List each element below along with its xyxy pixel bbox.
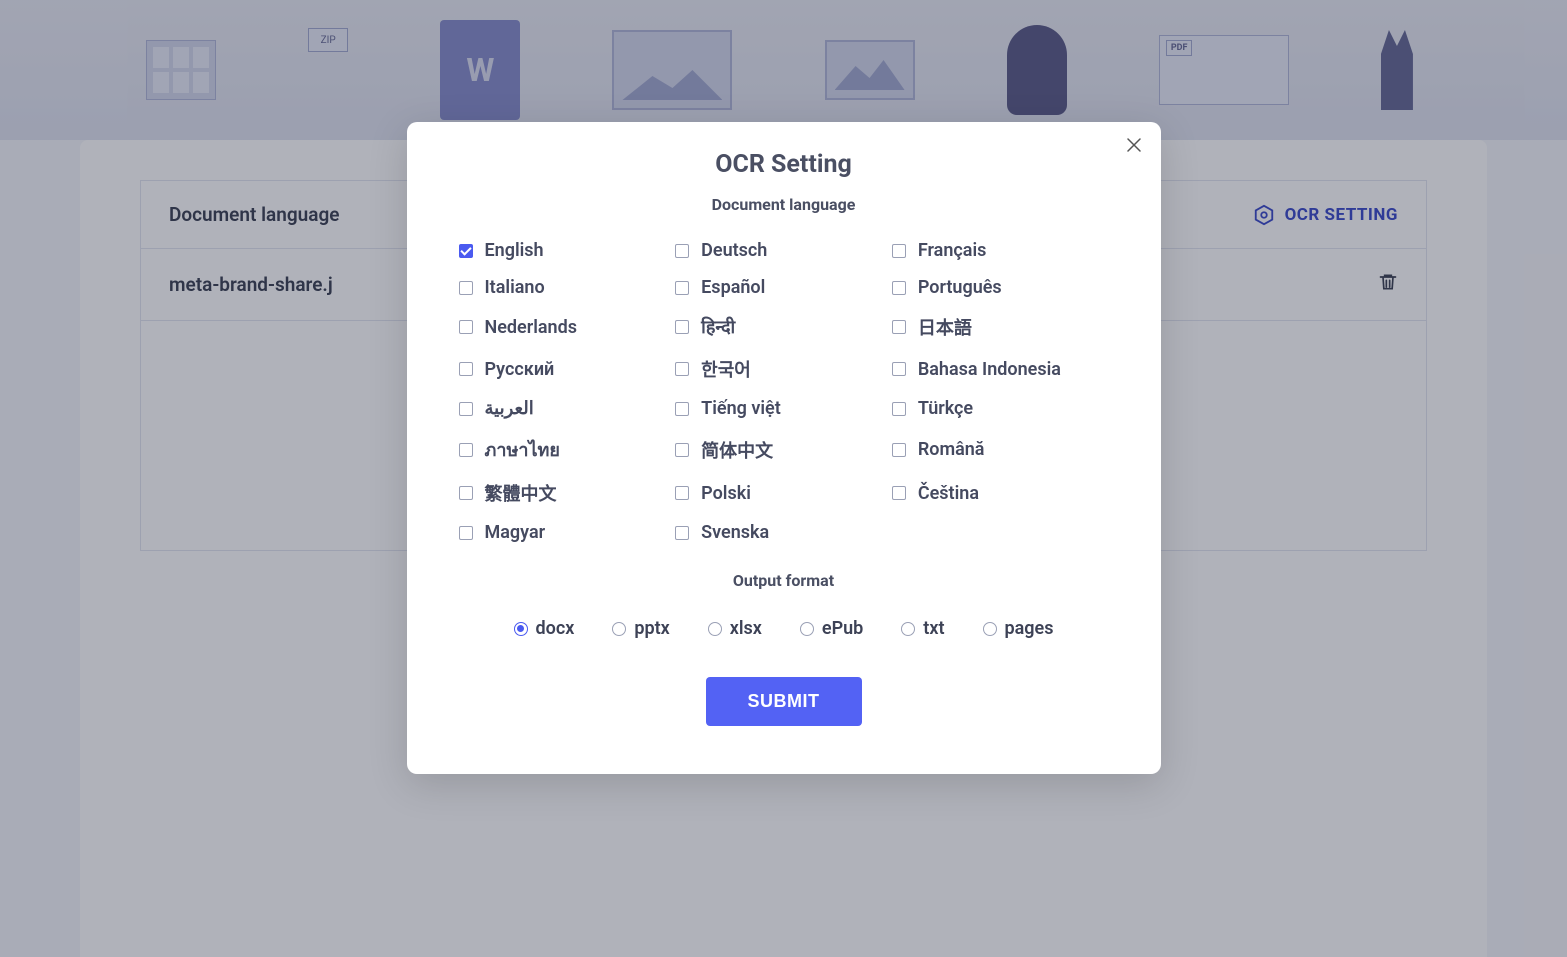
language-option[interactable]: Türkçe: [892, 398, 1109, 419]
checkbox-icon: [892, 320, 906, 334]
checkbox-icon: [892, 362, 906, 376]
checkbox-icon: [459, 402, 473, 416]
language-label: 简体中文: [701, 437, 773, 463]
format-option[interactable]: pptx: [612, 618, 669, 639]
radio-icon: [901, 622, 915, 636]
checkbox-icon: [459, 486, 473, 500]
language-label: 繁體中文: [485, 480, 557, 506]
format-label: pptx: [634, 618, 669, 639]
language-option[interactable]: Svenska: [675, 522, 892, 543]
language-label: العربية: [485, 398, 534, 419]
language-label: ภาษาไทย: [485, 435, 560, 464]
format-label: pages: [1005, 618, 1054, 639]
language-label: Français: [918, 240, 987, 261]
checkbox-icon: [675, 402, 689, 416]
language-option[interactable]: 日本語: [892, 314, 1109, 340]
modal-subtitle-format: Output format: [437, 571, 1131, 590]
language-option[interactable]: Français: [892, 240, 1109, 261]
language-option[interactable]: Русский: [459, 356, 676, 382]
checkbox-icon: [675, 362, 689, 376]
checkbox-icon: [892, 244, 906, 258]
language-option[interactable]: Čeština: [892, 480, 1109, 506]
modal-title: OCR Setting: [437, 150, 1131, 179]
checkbox-icon: [675, 486, 689, 500]
language-label: Português: [918, 277, 1002, 298]
language-option[interactable]: 简体中文: [675, 435, 892, 464]
language-option[interactable]: Tiếng việt: [675, 398, 892, 419]
language-label: Polski: [701, 483, 751, 504]
checkbox-icon: [675, 320, 689, 334]
format-row: docx pptx xlsx ePub txt pages: [437, 618, 1131, 639]
format-label: ePub: [822, 618, 863, 639]
language-option[interactable]: English: [459, 240, 676, 261]
radio-icon: [514, 622, 528, 636]
language-label: Türkçe: [918, 398, 973, 419]
radio-icon: [708, 622, 722, 636]
language-option[interactable]: 한국어: [675, 356, 892, 382]
language-option[interactable]: Polski: [675, 480, 892, 506]
language-label: Bahasa Indonesia: [918, 359, 1061, 380]
checkbox-icon: [892, 486, 906, 500]
language-option[interactable]: Magyar: [459, 522, 676, 543]
language-option[interactable]: ภาษาไทย: [459, 435, 676, 464]
language-option[interactable]: 繁體中文: [459, 480, 676, 506]
checkbox-icon: [459, 362, 473, 376]
language-option[interactable]: Deutsch: [675, 240, 892, 261]
language-label: हिन्दी: [701, 315, 735, 339]
modal-subtitle-language: Document language: [437, 195, 1131, 214]
radio-icon: [800, 622, 814, 636]
language-label: Deutsch: [701, 240, 767, 261]
language-label: English: [485, 240, 544, 261]
checkbox-icon: [459, 320, 473, 334]
language-label: Русский: [485, 359, 555, 380]
checkbox-icon: [892, 402, 906, 416]
language-label: Svenska: [701, 522, 769, 543]
submit-button[interactable]: SUBMIT: [706, 677, 862, 726]
language-option[interactable]: Română: [892, 435, 1109, 464]
language-option[interactable]: Nederlands: [459, 314, 676, 340]
format-option[interactable]: txt: [901, 618, 944, 639]
format-label: docx: [536, 618, 575, 639]
language-option[interactable]: Bahasa Indonesia: [892, 356, 1109, 382]
language-label: Magyar: [485, 522, 546, 543]
language-label: Italiano: [485, 277, 545, 298]
language-label: 日本語: [918, 314, 972, 340]
format-option[interactable]: xlsx: [708, 618, 762, 639]
language-option[interactable]: Italiano: [459, 277, 676, 298]
language-label: Español: [701, 277, 765, 298]
checkbox-icon: [675, 281, 689, 295]
language-option[interactable]: हिन्दी: [675, 314, 892, 340]
language-option[interactable]: Español: [675, 277, 892, 298]
checkbox-icon: [892, 443, 906, 457]
radio-icon: [612, 622, 626, 636]
format-option[interactable]: pages: [983, 618, 1054, 639]
language-grid: English Deutsch Français Italiano Español Por…: [437, 240, 1131, 543]
format-option[interactable]: ePub: [800, 618, 863, 639]
language-label: Română: [918, 439, 985, 460]
language-label: Nederlands: [485, 317, 578, 338]
checkbox-icon: [892, 281, 906, 295]
radio-icon: [983, 622, 997, 636]
checkbox-icon: [459, 443, 473, 457]
checkbox-icon: [459, 244, 473, 258]
checkbox-icon: [675, 443, 689, 457]
format-option[interactable]: docx: [514, 618, 575, 639]
ocr-setting-modal: OCR Setting Document language English Deu…: [407, 122, 1161, 774]
checkbox-icon: [675, 526, 689, 540]
close-icon: [1127, 138, 1141, 152]
checkbox-icon: [459, 281, 473, 295]
checkbox-icon: [459, 526, 473, 540]
format-label: txt: [923, 618, 944, 639]
language-label: 한국어: [701, 356, 751, 382]
checkbox-icon: [675, 244, 689, 258]
close-modal-button[interactable]: [1127, 138, 1141, 156]
format-label: xlsx: [730, 618, 762, 639]
language-option[interactable]: العربية: [459, 398, 676, 419]
language-label: Čeština: [918, 483, 979, 504]
language-option[interactable]: Português: [892, 277, 1109, 298]
language-label: Tiếng việt: [701, 398, 781, 419]
